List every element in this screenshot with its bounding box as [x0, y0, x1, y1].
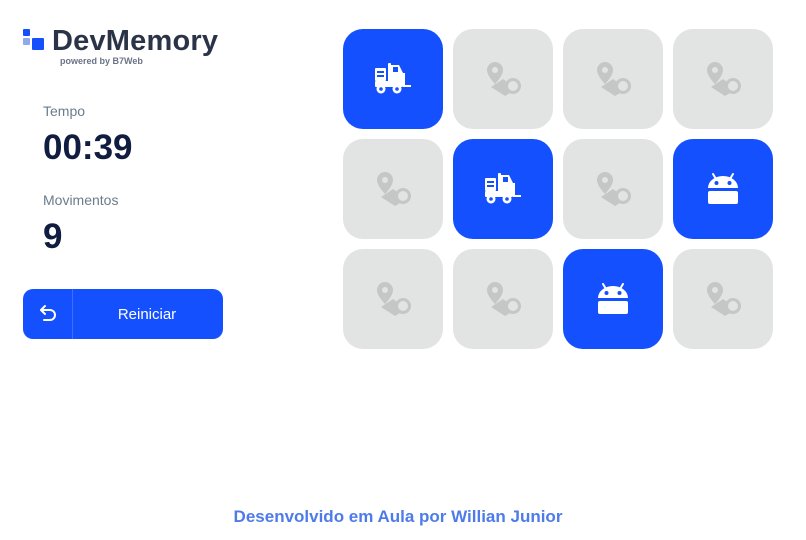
moves-label: Movimentos: [43, 192, 119, 208]
devmemory-logo: DevMemory powered by B7Web: [23, 26, 218, 66]
card-revealed[interactable]: [673, 139, 773, 239]
fork-truck-icon: [373, 59, 413, 99]
android-icon: [593, 279, 633, 319]
card-hidden[interactable]: [673, 29, 773, 129]
android-icon: [703, 169, 743, 209]
time-value: 00:39: [43, 128, 133, 167]
logo-subtitle: powered by B7Web: [60, 56, 143, 66]
undo-icon: [23, 289, 73, 339]
card-revealed[interactable]: [453, 139, 553, 239]
fork-truck-icon: [483, 169, 523, 209]
card-hidden[interactable]: [673, 249, 773, 349]
logo-mark-icon: [23, 29, 45, 51]
time-label: Tempo: [43, 103, 86, 119]
map-pin-icon: [373, 279, 413, 319]
moves-value: 9: [43, 217, 63, 256]
card-hidden[interactable]: [343, 139, 443, 239]
map-pin-icon: [593, 59, 633, 99]
card-hidden[interactable]: [453, 249, 553, 349]
restart-label: Reiniciar: [117, 305, 177, 323]
map-pin-icon: [593, 169, 633, 209]
map-pin-icon: [483, 59, 523, 99]
card-hidden[interactable]: [343, 249, 443, 349]
map-pin-icon: [373, 169, 413, 209]
card-revealed[interactable]: [563, 249, 663, 349]
map-pin-icon: [703, 59, 743, 99]
card-hidden[interactable]: [453, 29, 553, 129]
footer-credit: Desenvolvido em Aula por Willian Junior: [233, 507, 563, 526]
logo-name: DevMemory: [52, 25, 219, 57]
card-hidden[interactable]: [563, 139, 663, 239]
map-pin-icon: [703, 279, 743, 319]
card-hidden[interactable]: [563, 29, 663, 129]
map-pin-icon: [483, 279, 523, 319]
restart-button[interactable]: Reiniciar: [23, 289, 223, 339]
card-revealed[interactable]: [343, 29, 443, 129]
card-grid: [343, 29, 773, 349]
